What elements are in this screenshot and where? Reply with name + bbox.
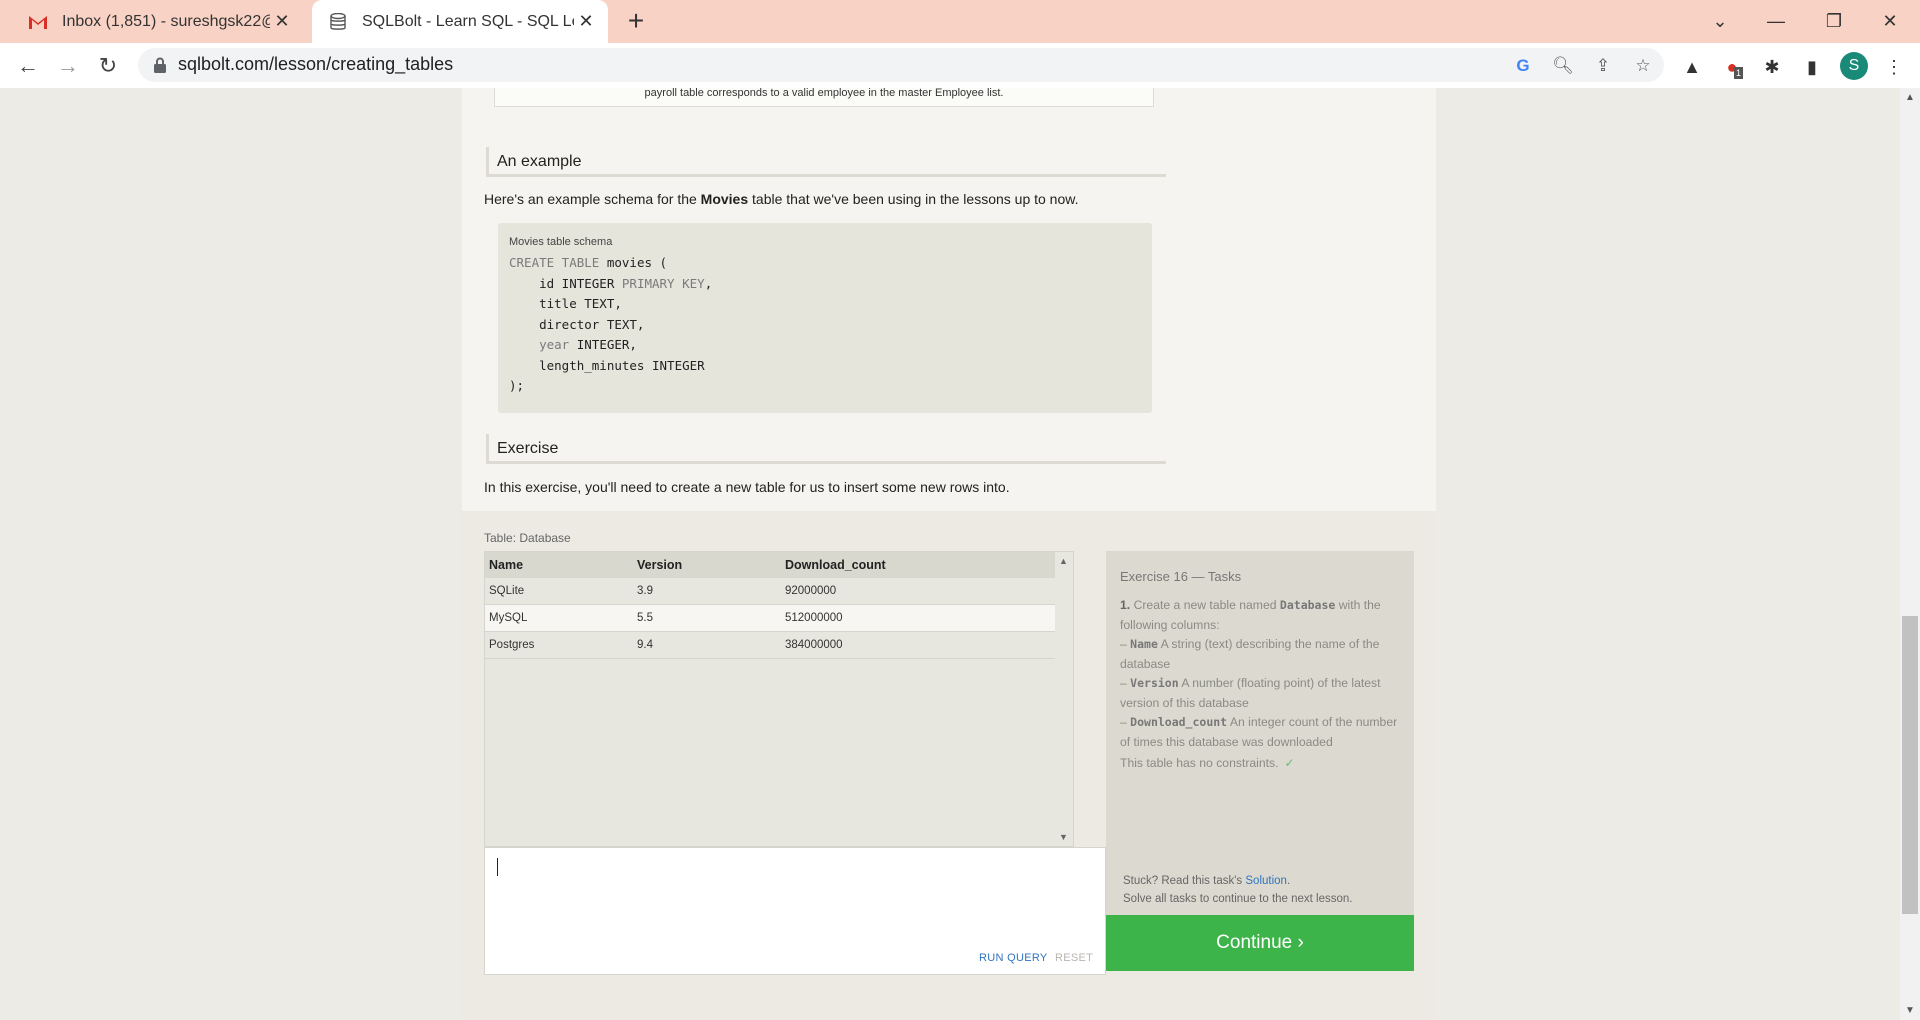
extension-icon[interactable]: ● 1 <box>1720 55 1744 79</box>
table-row: SQLite 3.9 92000000 <box>485 578 1073 605</box>
tab-gmail[interactable]: Inbox (1,851) - sureshgsk22@gm ✕ <box>12 0 304 43</box>
reset-button[interactable]: RESET <box>1055 952 1093 964</box>
table-cell: 384000000 <box>781 631 1073 659</box>
table-cell: 92000000 <box>781 578 1073 605</box>
tab-sqlbolt[interactable]: SQLBolt - Learn SQL - SQL Lessor ✕ <box>312 0 608 43</box>
close-tab-icon[interactable]: ✕ <box>270 11 294 32</box>
page-viewport: payroll table corresponds to a valid emp… <box>0 88 1900 1020</box>
exercise-widget: Table: Database Name Version Download_co… <box>462 511 1436 1020</box>
tasks-panel: Exercise 16 — Tasks 1. Create a new tabl… <box>1106 551 1414 915</box>
example-heading: An example <box>486 147 1166 177</box>
table-row: Postgres 9.4 384000000 <box>485 631 1073 659</box>
schema-caption: Movies table schema <box>509 236 613 248</box>
tab-search-icon[interactable]: ⌄ <box>1700 6 1740 36</box>
scrollbar-thumb[interactable] <box>1902 616 1918 914</box>
text-caret <box>497 858 498 876</box>
column-header: Download_count <box>781 552 1073 578</box>
url-text: sqlbolt.com/lesson/creating_tables <box>178 54 454 74</box>
gmail-icon <box>26 10 50 34</box>
restore-button[interactable]: ❐ <box>1814 6 1854 36</box>
results-scrollbar[interactable]: ▲ ▼ <box>1055 552 1073 846</box>
solution-link[interactable]: Solution <box>1245 875 1287 887</box>
previous-note: payroll table corresponds to a valid emp… <box>494 88 1154 107</box>
tasks-heading: Exercise 16 — Tasks <box>1120 569 1242 584</box>
solve-all-note: Solve all tasks to continue to the next … <box>1123 892 1353 905</box>
table-cell: Postgres <box>485 631 633 659</box>
task-item: 1. Create a new table named Database wit… <box>1120 598 1398 770</box>
back-arrow-icon[interactable]: ← <box>12 51 44 81</box>
tab-title: Inbox (1,851) - sureshgsk22@gm <box>62 12 270 30</box>
stuck-hint: Stuck? Read this task's Solution. Solve … <box>1123 875 1353 905</box>
database-icon <box>326 10 350 34</box>
scroll-down-icon[interactable]: ▼ <box>1900 1005 1920 1016</box>
exercise-intro: In this exercise, you'll need to create … <box>484 479 1010 495</box>
tab-title: SQLBolt - Learn SQL - SQL Lessor <box>362 12 574 30</box>
table-header-row: Name Version Download_count <box>485 552 1073 578</box>
schema-code: CREATE TABLE movies ( id INTEGER PRIMARY… <box>509 255 713 393</box>
continue-button[interactable]: Continue › <box>1106 915 1414 971</box>
query-editor[interactable]: RUN QUERY RESET <box>484 847 1106 975</box>
table-label: Table: Database <box>484 531 571 545</box>
run-query-button[interactable]: RUN QUERY <box>979 952 1048 964</box>
share-icon[interactable]: ⇪ <box>1592 55 1614 77</box>
table-cell: 512000000 <box>781 604 1073 632</box>
close-window-button[interactable]: ✕ <box>1870 6 1910 36</box>
puzzle-extensions-icon[interactable]: ✱ <box>1760 55 1784 79</box>
exercise-heading: Exercise <box>486 434 1166 464</box>
table-cell: SQLite <box>485 578 633 605</box>
zoom-icon[interactable]: 🔍︎ <box>1552 55 1574 77</box>
tab-strip: Inbox (1,851) - sureshgsk22@gm ✕ SQLBolt… <box>0 0 1920 43</box>
table-cell: MySQL <box>485 604 633 632</box>
lesson-content: payroll table corresponds to a valid emp… <box>462 88 1436 1020</box>
schema-code-block: Movies table schema CREATE TABLE movies … <box>498 223 1152 413</box>
lock-icon <box>154 57 166 73</box>
table-cell: 3.9 <box>633 578 781 605</box>
side-panel-icon[interactable]: ▮ <box>1800 55 1824 79</box>
scroll-up-icon[interactable]: ▲ <box>1900 92 1920 103</box>
example-intro: Here's an example schema for the Movies … <box>484 191 1079 207</box>
column-header: Name <box>485 552 633 578</box>
scroll-down-icon[interactable]: ▼ <box>1059 832 1068 842</box>
google-icon[interactable]: G <box>1512 55 1534 77</box>
reload-icon[interactable]: ↻ <box>92 51 124 81</box>
avatar[interactable]: S <box>1840 52 1868 80</box>
table-cell: 9.4 <box>633 631 781 659</box>
minimize-button[interactable]: — <box>1756 6 1796 36</box>
drive-extension-icon[interactable]: ▲ <box>1680 55 1704 79</box>
table-row: MySQL 5.5 512000000 <box>485 604 1073 632</box>
table-cell: 5.5 <box>633 604 781 632</box>
extension-badge: 1 <box>1734 67 1744 79</box>
forward-arrow-icon[interactable]: → <box>52 51 84 81</box>
new-tab-button[interactable]: + <box>620 6 652 38</box>
bookmark-star-icon[interactable]: ☆ <box>1632 55 1654 77</box>
column-header: Version <box>633 552 781 578</box>
page-scrollbar[interactable]: ▲ ▼ <box>1900 88 1920 1020</box>
address-bar[interactable]: sqlbolt.com/lesson/creating_tables G 🔍︎ … <box>138 48 1664 82</box>
results-table[interactable]: Name Version Download_count SQLite 3.9 9… <box>484 551 1074 847</box>
constraints-note: This table has no constraints. <box>1120 756 1279 770</box>
scroll-up-icon[interactable]: ▲ <box>1059 556 1068 566</box>
toolbar: ← → ↻ sqlbolt.com/lesson/creating_tables… <box>0 43 1920 89</box>
close-tab-icon[interactable]: ✕ <box>574 11 598 32</box>
menu-kebab-icon[interactable]: ⋮ <box>1882 55 1906 79</box>
checkmark-icon: ✓ <box>1284 756 1295 770</box>
